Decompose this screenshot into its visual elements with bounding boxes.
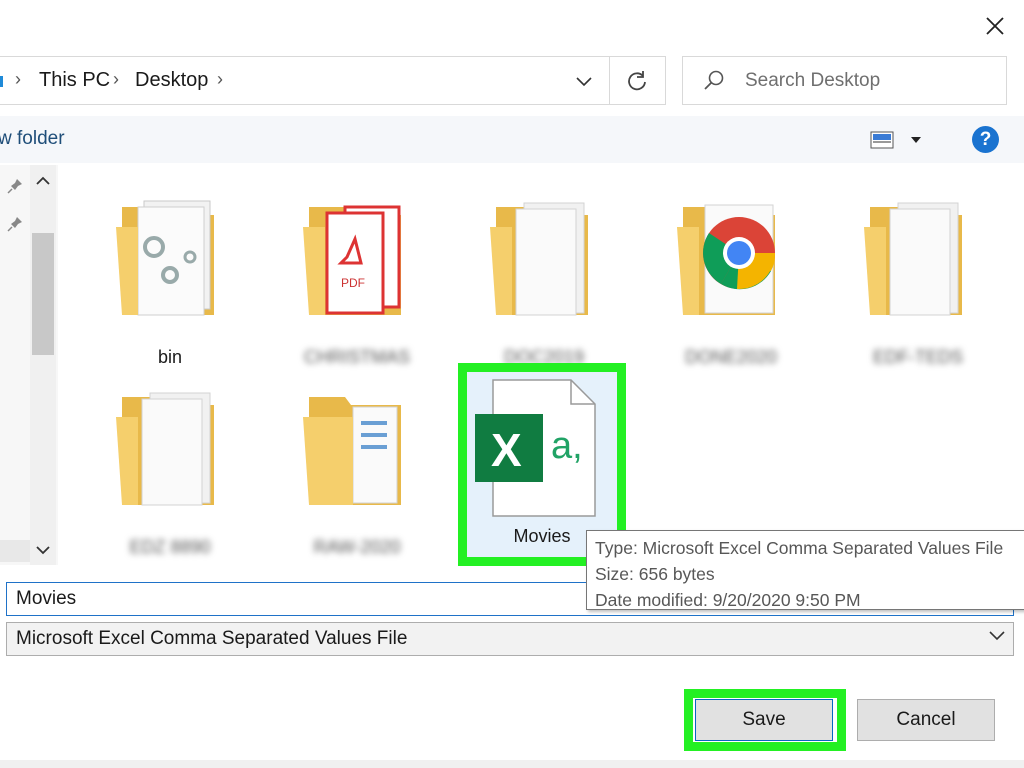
folder-item[interactable]: RAW-2020	[292, 367, 422, 557]
svg-text:PDF: PDF	[341, 276, 365, 290]
breadcrumb-desktop[interactable]: Desktop	[135, 69, 208, 92]
navigation-scrollbar[interactable]	[30, 165, 56, 565]
breadcrumb-separator[interactable]: ›	[113, 69, 119, 90]
search-icon	[704, 70, 724, 90]
navigation-pane-item[interactable]	[0, 540, 30, 562]
search-box[interactable]	[682, 56, 1007, 105]
scroll-up-button[interactable]	[30, 167, 56, 193]
tooltip-size: Size: 656 bytes	[595, 564, 715, 584]
address-bar[interactable]: › This PC › Desktop ›	[0, 56, 666, 105]
folder-gears-icon	[116, 200, 214, 316]
scroll-thumb[interactable]	[32, 233, 54, 355]
scroll-down-button[interactable]	[30, 537, 56, 563]
folder-docs-icon	[303, 397, 401, 505]
folder-pdf-icon: PDF	[303, 205, 401, 315]
svg-text:a,: a,	[551, 425, 583, 467]
folder-label: DONE2020	[684, 347, 778, 367]
save-button[interactable]: Save	[695, 699, 833, 741]
folder-docs-icon	[116, 392, 214, 506]
folder-label: EDZ 8890	[129, 537, 211, 557]
address-history-dropdown[interactable]	[567, 65, 601, 98]
folder-label: CHRISTMAS	[303, 347, 410, 367]
file-info-tooltip-overlay: Type: Microsoft Excel Comma Separated Va…	[586, 530, 1024, 610]
folder-item[interactable]: PDF CHRISTMAS	[292, 177, 422, 367]
breadcrumb-this-pc[interactable]: This PC	[39, 69, 110, 92]
refresh-button[interactable]	[617, 63, 657, 99]
chevron-up-icon	[36, 176, 50, 185]
folder-docs-icon	[490, 202, 588, 316]
address-divider	[609, 57, 610, 104]
folder-docs-icon	[864, 202, 962, 316]
chevron-down-icon	[576, 76, 592, 86]
tooltip-type: Type: Microsoft Excel Comma Separated Va…	[595, 538, 1004, 558]
dialog-bottom-edge	[0, 760, 1024, 768]
save-as-type-select[interactable]: Microsoft Excel Comma Separated Values F…	[6, 622, 1014, 656]
folder-item[interactable]: EDF-TEDS	[853, 177, 983, 367]
new-folder-button[interactable]: w folder	[0, 128, 65, 150]
folder-label: bin	[157, 347, 183, 367]
tooltip-date-modified: Date modified: 9/20/2020 9:50 PM	[595, 590, 861, 610]
chevron-down-icon	[36, 545, 50, 554]
folder-label: EDF-TEDS	[873, 347, 963, 367]
toolbar: w folder	[0, 116, 1024, 163]
folder-item[interactable]: EDZ 8890	[105, 367, 235, 557]
pin-icon[interactable]	[6, 177, 24, 195]
folder-chrome-icon	[677, 204, 776, 315]
chevron-down-icon	[989, 631, 1005, 641]
folder-label: RAW-2020	[313, 537, 401, 557]
folder-item[interactable]: DOC2019	[479, 177, 609, 367]
svg-text:X: X	[491, 424, 522, 476]
excel-csv-icon: X a,	[475, 379, 596, 517]
view-icon	[870, 131, 894, 149]
close-button[interactable]	[975, 8, 1015, 44]
search-input[interactable]	[745, 67, 995, 95]
caret-down-icon	[911, 137, 921, 143]
folder-item[interactable]: DONE2020	[666, 177, 796, 367]
breadcrumb-separator[interactable]: ›	[15, 69, 21, 90]
breadcrumb-separator[interactable]: ›	[217, 69, 223, 90]
folder-item[interactable]: bin	[105, 177, 235, 367]
close-icon	[986, 17, 1004, 35]
view-options-button[interactable]	[870, 126, 934, 154]
pin-icon[interactable]	[6, 215, 24, 233]
cancel-button[interactable]: Cancel	[857, 699, 995, 741]
save-as-type-value: Microsoft Excel Comma Separated Values F…	[16, 628, 408, 649]
save-as-dialog: › This PC › Desktop › w folder ?	[0, 0, 1024, 768]
this-pc-icon	[0, 76, 3, 87]
help-button[interactable]: ?	[972, 126, 999, 153]
refresh-icon	[628, 71, 646, 91]
